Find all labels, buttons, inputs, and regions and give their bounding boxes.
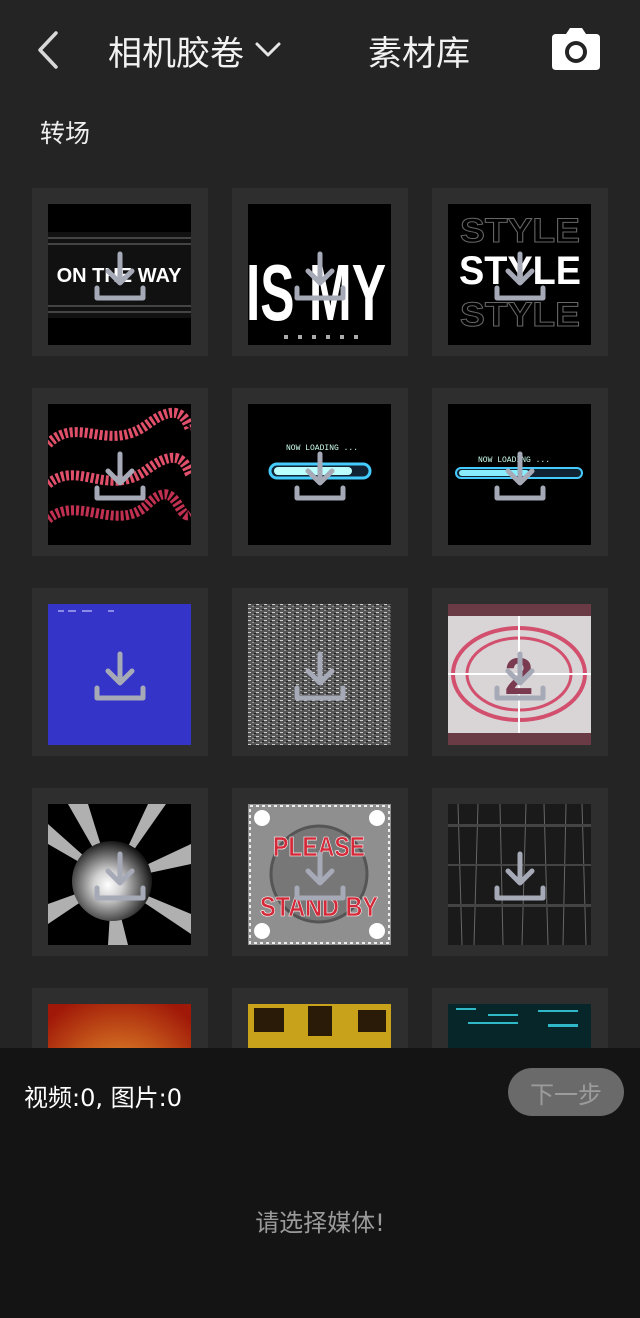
download-icon [294, 251, 346, 301]
download-icon [294, 651, 346, 701]
download-icon [294, 451, 346, 501]
svg-text:STYLE: STYLE [460, 212, 580, 250]
thumbnail-orange-glow [48, 1004, 191, 1048]
grid-item-11[interactable]: PLEASE STAND BY [232, 788, 408, 956]
thumbnail-dark-grunge [448, 804, 591, 945]
thumbnail-film-countdown: 2 [448, 604, 591, 745]
download-icon [294, 851, 346, 901]
media-grid: ON THE WAY IS MY STYLE STYLE STYLE NOW L… [0, 0, 640, 1048]
grid-item-9[interactable]: 2 [432, 588, 608, 756]
download-icon [94, 651, 146, 701]
selection-count: 视频:0, 图片:0 [24, 1084, 182, 1112]
empty-selection-hint: 请选择媒体! [255, 1209, 385, 1237]
download-icon [494, 451, 546, 501]
thumbnail-please-stand-by: PLEASE STAND BY [248, 804, 391, 945]
grid-item-14[interactable] [232, 988, 408, 1048]
thumbnail-now-loading-2: NOW LOADING ... [448, 404, 591, 545]
grid-item-15[interactable] [432, 988, 608, 1048]
thumbnail-is-my: IS MY [248, 204, 391, 345]
thumbnail-now-loading-1: NOW LOADING ... [248, 404, 391, 545]
download-icon [94, 251, 146, 301]
grid-item-6[interactable]: NOW LOADING ... [432, 388, 608, 556]
thumbnail-style: STYLE STYLE STYLE [448, 204, 591, 345]
thumbnail-teal-digital [448, 1004, 591, 1048]
thumbnail-yellow-collage [248, 1004, 391, 1048]
thumbnail-blue-screen [48, 604, 191, 745]
grid-item-10[interactable] [32, 788, 208, 956]
thumbnail-light-burst [48, 804, 191, 945]
grid-item-13[interactable] [32, 988, 208, 1048]
download-icon [94, 851, 146, 901]
grid-item-4[interactable] [32, 388, 208, 556]
grid-item-8[interactable] [232, 588, 408, 756]
download-icon [494, 251, 546, 301]
next-step-button[interactable]: 下一步 [508, 1068, 624, 1116]
grid-item-7[interactable] [32, 588, 208, 756]
grid-item-5[interactable]: NOW LOADING ... [232, 388, 408, 556]
thumbnail-red-waves [48, 404, 191, 545]
download-icon [94, 451, 146, 501]
grid-item-1[interactable]: ON THE WAY [32, 188, 208, 356]
thumbnail-tv-static [248, 604, 391, 745]
download-icon [494, 651, 546, 701]
grid-item-12[interactable] [432, 788, 608, 956]
thumbnail-on-the-way: ON THE WAY [48, 204, 191, 345]
selection-panel: 视频:0, 图片:0 下一步 请选择媒体! [0, 1048, 640, 1318]
grid-item-2[interactable]: IS MY [232, 188, 408, 356]
grid-item-3[interactable]: STYLE STYLE STYLE [432, 188, 608, 356]
download-icon [494, 851, 546, 901]
